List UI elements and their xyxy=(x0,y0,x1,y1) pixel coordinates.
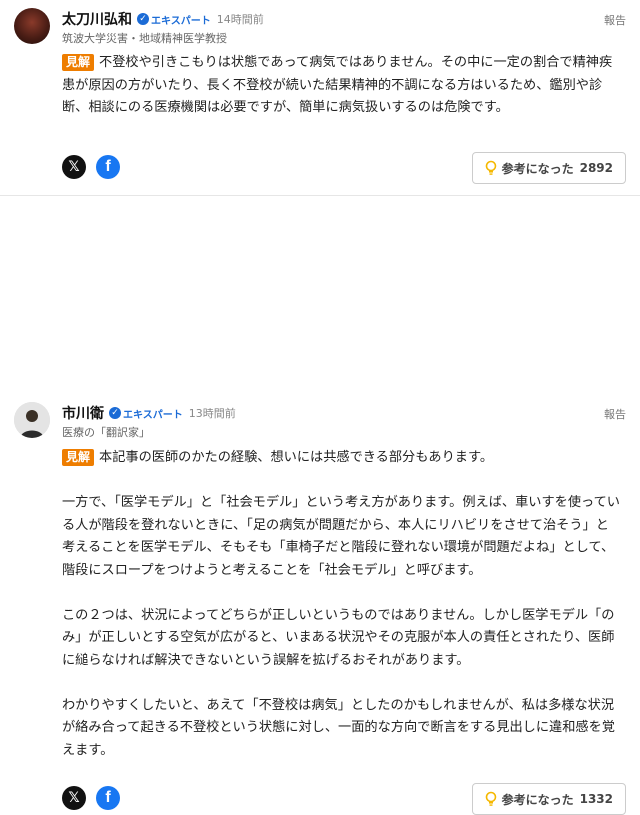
timestamp: 13時間前 xyxy=(188,407,236,420)
opinion-tag: 見解 xyxy=(62,54,95,71)
author-title: 医療の「翻訳家」 xyxy=(62,426,150,439)
comment-paragraph: 不登校や引きこもりは状態であって病気ではありません。その中に一定の割合で精神疾患… xyxy=(62,55,613,115)
comment-body: 見解 本記事の医師のかたの経験、想いには共感できる部分もあります。 一方で、「医学… xyxy=(62,447,622,785)
helpful-label: 参考になった xyxy=(501,161,574,176)
comment-body: 見解 不登校や引きこもりは状態であって病気ではありません。その中に一定の割合で精神… xyxy=(62,52,622,142)
x-logo-icon[interactable]: 𝕏 xyxy=(62,155,86,179)
comment-paragraph: 一方で、「医学モデル」と「社会モデル」という考え方があります。例えば、車いすを使… xyxy=(62,495,620,578)
share-buttons: 𝕏 f xyxy=(62,155,120,179)
report-link[interactable]: 報告 xyxy=(604,12,626,28)
opinion-tag: 見解 xyxy=(62,449,95,466)
facebook-logo-icon[interactable]: f xyxy=(96,786,120,810)
expert-badge: ✓ エキスパート xyxy=(109,406,183,421)
lightbulb-icon xyxy=(485,791,496,806)
badge-label: エキスパート xyxy=(123,409,183,421)
helpful-button[interactable]: 参考になった 1332 xyxy=(471,783,626,815)
comment-header: 市川衛 ✓ エキスパート 13時間前 医療の「翻訳家」 xyxy=(62,404,236,440)
helpful-button[interactable]: 参考になった 2892 xyxy=(471,152,626,184)
author-name[interactable]: 市川衛 xyxy=(62,403,104,423)
lightbulb-icon xyxy=(485,160,496,175)
author-name[interactable]: 太刀川弘和 xyxy=(62,9,132,29)
helpful-count: 2892 xyxy=(579,161,613,175)
person-avatar-icon xyxy=(14,402,50,438)
comment-card: 太刀川弘和 ✓ エキスパート 14時間前 筑波大学災害・地域精神医学教授 報告 … xyxy=(0,0,640,196)
check-badge-icon: ✓ xyxy=(137,13,149,25)
x-logo-icon[interactable]: 𝕏 xyxy=(62,786,86,810)
comment-paragraph: この２つは、状況によってどちらが正しいというものではありません。しかし医学モデル… xyxy=(62,607,615,668)
report-link[interactable]: 報告 xyxy=(604,406,626,422)
author-title: 筑波大学災害・地域精神医学教授 xyxy=(62,32,227,45)
comment-paragraph: 本記事の医師のかたの経験、想いには共感できる部分もあります。 xyxy=(99,450,494,465)
share-buttons: 𝕏 f xyxy=(62,786,120,810)
timestamp: 14時間前 xyxy=(216,13,264,26)
expert-badge: ✓ エキスパート xyxy=(137,12,211,27)
check-badge-icon: ✓ xyxy=(109,407,121,419)
avatar[interactable] xyxy=(14,8,50,44)
comment-card: 市川衛 ✓ エキスパート 13時間前 医療の「翻訳家」 報告 見解 本記事の医師の… xyxy=(0,196,640,815)
facebook-logo-icon[interactable]: f xyxy=(96,155,120,179)
avatar[interactable] xyxy=(14,402,50,438)
comment-header: 太刀川弘和 ✓ エキスパート 14時間前 筑波大学災害・地域精神医学教授 xyxy=(62,10,264,46)
helpful-count: 1332 xyxy=(579,792,613,806)
comment-paragraph: わかりやすくしたいと、あえて「不登校は病気」としたのかもしれませんが、私は多様な… xyxy=(62,697,615,758)
helpful-label: 参考になった xyxy=(501,792,574,807)
badge-label: エキスパート xyxy=(151,15,211,27)
